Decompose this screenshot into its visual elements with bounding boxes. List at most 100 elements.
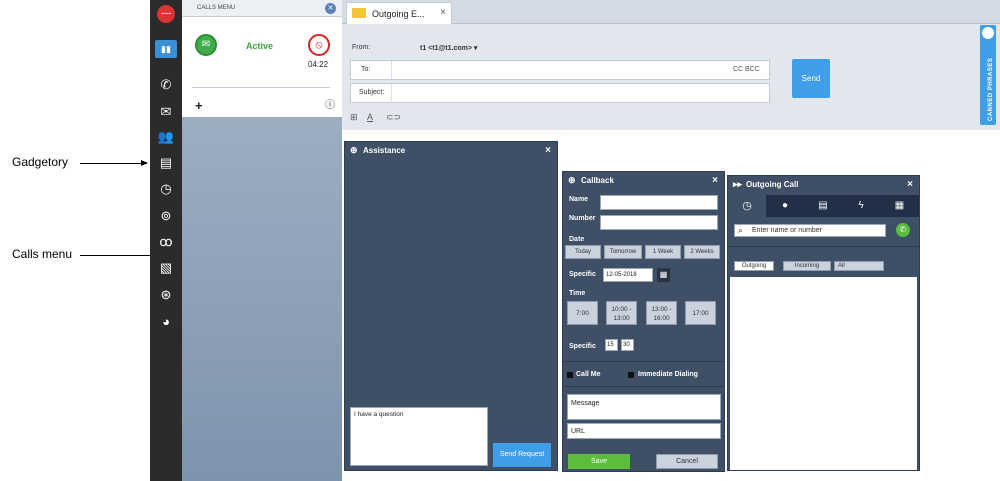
callback-panel: ⊕ Callback × Name Number Date Today Tomo… (562, 171, 725, 472)
report-icon[interactable]: ▧ (157, 259, 175, 277)
filter-incoming[interactable]: Incoming (783, 261, 831, 271)
tab-speed-dial-icon[interactable]: ϟ (842, 195, 880, 217)
to-label: To: (361, 66, 371, 73)
send-button[interactable]: Send (792, 59, 830, 98)
divider (391, 61, 392, 79)
tab-contacts-icon[interactable]: ● (766, 195, 804, 217)
close-icon[interactable]: × (907, 179, 913, 190)
assistance-panel: ⊕ Assistance × I have a question Send Re… (344, 141, 558, 471)
chart-icon[interactable]: ◕ (157, 313, 175, 331)
hour-input[interactable]: 15 (605, 339, 618, 351)
call-tabs: ◷ ● ▤ ϟ ▦ (728, 195, 919, 217)
envelope-icon (352, 8, 366, 18)
voicemail-icon[interactable]: ꝏ (157, 233, 175, 251)
add-call-button[interactable]: + (195, 99, 203, 112)
number-label: Number (569, 215, 596, 222)
email-composer: Outgoing E... × From: t1 <t1@t1.com> ▾ T… (342, 0, 1000, 130)
call-timer: 04:22 (308, 60, 329, 69)
outgoing-call-title: Outgoing Call (746, 180, 799, 189)
filter-all[interactable]: All (834, 261, 884, 271)
callback-title: Callback (581, 176, 614, 185)
time-option-7[interactable]: 7:00 (567, 301, 598, 325)
url-input[interactable]: URL (567, 423, 721, 439)
logout-icon[interactable]: — (157, 5, 175, 23)
history-icon[interactable]: ◷ (157, 180, 175, 198)
date-option-2-weeks[interactable]: 2 Weeks (684, 245, 720, 259)
chat-icon (982, 27, 994, 39)
play-icon: ▸▸ (733, 179, 743, 189)
send-request-button[interactable]: Send Request (493, 443, 551, 467)
sidebar: — ▮▮ ✆ ✉ 👥 ▤ ◷ ⊚ ꝏ ▧ ⊛ ◕ (150, 0, 182, 481)
tab-close-icon[interactable]: × (440, 7, 446, 18)
minute-input[interactable]: 30 (621, 339, 634, 351)
time-option-10-13[interactable]: 10:00 - 13:00 (606, 301, 637, 325)
hangup-icon[interactable]: ⦸ (308, 34, 330, 56)
from-select[interactable]: t1 <t1@t1.com> ▾ (420, 44, 477, 52)
call-me-radio[interactable] (567, 372, 573, 378)
number-input[interactable] (600, 215, 718, 230)
cc-bcc-link[interactable]: CC BCC (733, 66, 760, 73)
link-icon[interactable]: ⊂⊃ (386, 112, 401, 123)
outgoing-call-header: ▸▸ Outgoing Call × (728, 176, 919, 194)
date-option-today[interactable]: Today (565, 245, 601, 259)
canned-phrases-tab[interactable]: CANNED PHRASES (980, 25, 996, 125)
subject-label: Subject: (359, 89, 385, 96)
calls-menu-header: CALLS MENU ✕ (182, 0, 342, 17)
call-button-icon[interactable]: ✆ (896, 223, 910, 237)
subject-field[interactable]: Subject: (350, 83, 770, 103)
contacts-icon[interactable]: 👥 (157, 128, 175, 146)
search-input[interactable]: ⌕ Enter name or number (734, 224, 886, 237)
calendar-icon[interactable]: ▦ (657, 268, 670, 282)
tab-bar: Outgoing E... × (342, 0, 1000, 24)
divider (728, 246, 919, 247)
canned-phrases-label: CANNED PHRASES (988, 57, 994, 121)
time-option-text: 13:00 - (651, 306, 672, 313)
annotation-gadgetory: Gadgetory (12, 155, 69, 169)
save-button[interactable]: Save (568, 454, 630, 469)
active-call-area: ✉ Active ⦸ 04:22 + ⓘ (182, 17, 342, 117)
info-icon[interactable]: ⓘ (325, 101, 335, 111)
date-option-tomorrow[interactable]: Tomorrow (604, 245, 642, 259)
support-icon[interactable]: ⊚ (157, 207, 175, 225)
settings-icon[interactable]: ✕ (325, 3, 336, 14)
answer-call-icon[interactable]: ✉ (195, 34, 217, 56)
time-option-text: 10:00 - (611, 306, 632, 313)
search-placeholder: Enter name or number (752, 227, 823, 234)
call-me-label: Call Me (576, 371, 601, 378)
tab-dialpad-icon[interactable]: ▦ (880, 195, 919, 217)
close-icon[interactable]: × (712, 175, 718, 186)
message-textarea[interactable]: I have a question (350, 407, 488, 466)
callback-icon: ⊕ (568, 175, 576, 185)
to-field[interactable]: To: CC BCC (350, 60, 770, 80)
time-option-text: 16:00 (653, 315, 670, 322)
phone-icon[interactable]: ✆ (157, 76, 175, 94)
tab-directory-icon[interactable]: ▤ (804, 195, 842, 217)
name-input[interactable] (600, 195, 718, 210)
outgoing-call-panel: ▸▸ Outgoing Call × ◷ ● ▤ ϟ ▦ ⌕ Enter nam… (727, 175, 920, 471)
film-icon[interactable]: ⊛ (157, 286, 175, 304)
specific-time-label: Specific (569, 343, 596, 350)
format-icon[interactable]: A (367, 112, 373, 122)
immediate-dialing-label: Immediate Dialing (638, 371, 698, 378)
time-label: Time (569, 290, 586, 297)
specific-date-input[interactable]: 12-05-2018 (603, 268, 653, 282)
divider (563, 386, 724, 387)
tab-recent-icon[interactable]: ◷ (728, 195, 766, 217)
gadgetory-icon[interactable]: ▤ (157, 154, 175, 172)
mail-icon[interactable]: ✉ (157, 103, 175, 121)
annotation-calls-menu: Calls menu (12, 247, 73, 261)
time-option-17[interactable]: 17:00 (685, 301, 716, 325)
filter-outgoing[interactable]: Outgoing (734, 261, 774, 271)
date-option-1-week[interactable]: 1 Week (645, 245, 681, 259)
tab-label: Outgoing E... (372, 9, 425, 19)
divider (563, 361, 724, 362)
time-option-13-16[interactable]: 13:00 - 16:00 (646, 301, 677, 325)
attach-icon[interactable]: ⊞ (350, 112, 358, 123)
dashboard-icon[interactable]: ▮▮ (155, 40, 177, 58)
cancel-button[interactable]: Cancel (656, 454, 718, 469)
close-icon[interactable]: × (545, 145, 551, 156)
immediate-dialing-radio[interactable] (628, 372, 634, 378)
help-icon: ⊕ (350, 145, 358, 155)
tab-outgoing-email[interactable]: Outgoing E... × (346, 2, 452, 24)
message-input[interactable]: Message (567, 394, 721, 420)
